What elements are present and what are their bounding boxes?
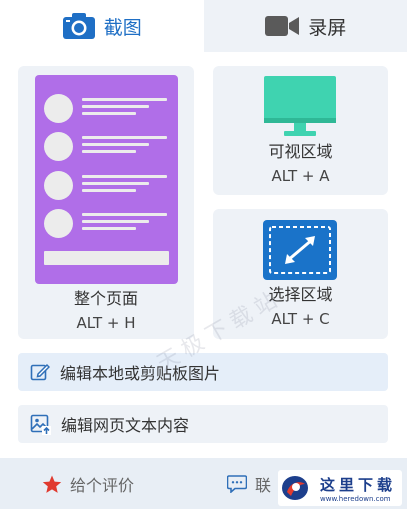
image-upload-icon: [30, 414, 51, 435]
full-page-label: 整个页面: [73, 289, 138, 308]
thumb-avatar-placeholder: [44, 132, 73, 161]
thumb-line: [82, 98, 167, 101]
tab-screen-record[interactable]: 录屏: [203, 0, 407, 52]
star-icon: [42, 475, 62, 494]
full-page-option[interactable]: 整个页面 ALT + H: [18, 66, 194, 339]
rate-button[interactable]: 给个评价: [42, 472, 134, 496]
thumb-footer-bar: [44, 251, 169, 265]
visible-area-label: 可视区域: [268, 142, 333, 161]
rate-label: 给个评价: [70, 476, 135, 495]
brand-logo: 这里下载 www.heredown.com: [278, 470, 402, 506]
full-page-thumbnail: [35, 75, 178, 284]
thumb-line: [82, 189, 136, 192]
thumb-line: [82, 175, 167, 178]
brand-logo-cn: 这里下载: [320, 476, 396, 494]
monitor-icon: [264, 76, 336, 142]
thumb-avatar-placeholder: [44, 209, 73, 238]
full-page-shortcut: ALT + H: [76, 314, 136, 332]
thumb-line: [82, 227, 136, 230]
thumb-line: [82, 136, 167, 139]
visible-area-option[interactable]: 可视区域 ALT + A: [213, 66, 388, 195]
thumb-line: [82, 220, 149, 223]
visible-area-shortcut: ALT + A: [271, 167, 330, 185]
mode-tabs: 截图 录屏: [0, 0, 407, 52]
thumb-avatar-placeholder: [44, 171, 73, 200]
thumb-line: [82, 213, 167, 216]
camera-icon: [62, 12, 96, 40]
edit-icon: [30, 362, 50, 382]
thumb-row: [44, 209, 169, 239]
select-area-shortcut: ALT + C: [271, 310, 330, 328]
edit-local-image-label: 编辑本地或剪贴板图片: [60, 364, 221, 383]
thumb-row: [44, 94, 169, 124]
select-area-label: 选择区域: [268, 285, 333, 304]
thumb-line: [82, 182, 149, 185]
select-area-option[interactable]: 选择区域 ALT + C: [213, 209, 388, 339]
contact-button[interactable]: 联: [227, 472, 271, 496]
resize-arrows-icon: [263, 220, 337, 284]
thumb-line: [82, 143, 149, 146]
thumb-line: [82, 112, 136, 115]
edit-local-image-button[interactable]: 编辑本地或剪贴板图片: [18, 353, 388, 391]
thumb-avatar-placeholder: [44, 94, 73, 123]
thumb-line: [82, 150, 136, 153]
contact-label: 联: [255, 476, 272, 495]
chat-icon: [227, 475, 247, 493]
edit-web-text-button[interactable]: 编辑网页文本内容: [18, 405, 388, 443]
video-camera-icon: [264, 14, 300, 38]
tab-screenshot-label: 截图: [103, 16, 142, 39]
edit-web-text-label: 编辑网页文本内容: [61, 416, 190, 435]
thumb-line: [82, 105, 149, 108]
thumb-row: [44, 171, 169, 201]
brand-logo-url: www.heredown.com: [320, 495, 391, 503]
thumb-row: [44, 132, 169, 162]
tab-screen-record-label: 录屏: [308, 16, 347, 39]
tab-screenshot[interactable]: 截图: [0, 0, 204, 52]
